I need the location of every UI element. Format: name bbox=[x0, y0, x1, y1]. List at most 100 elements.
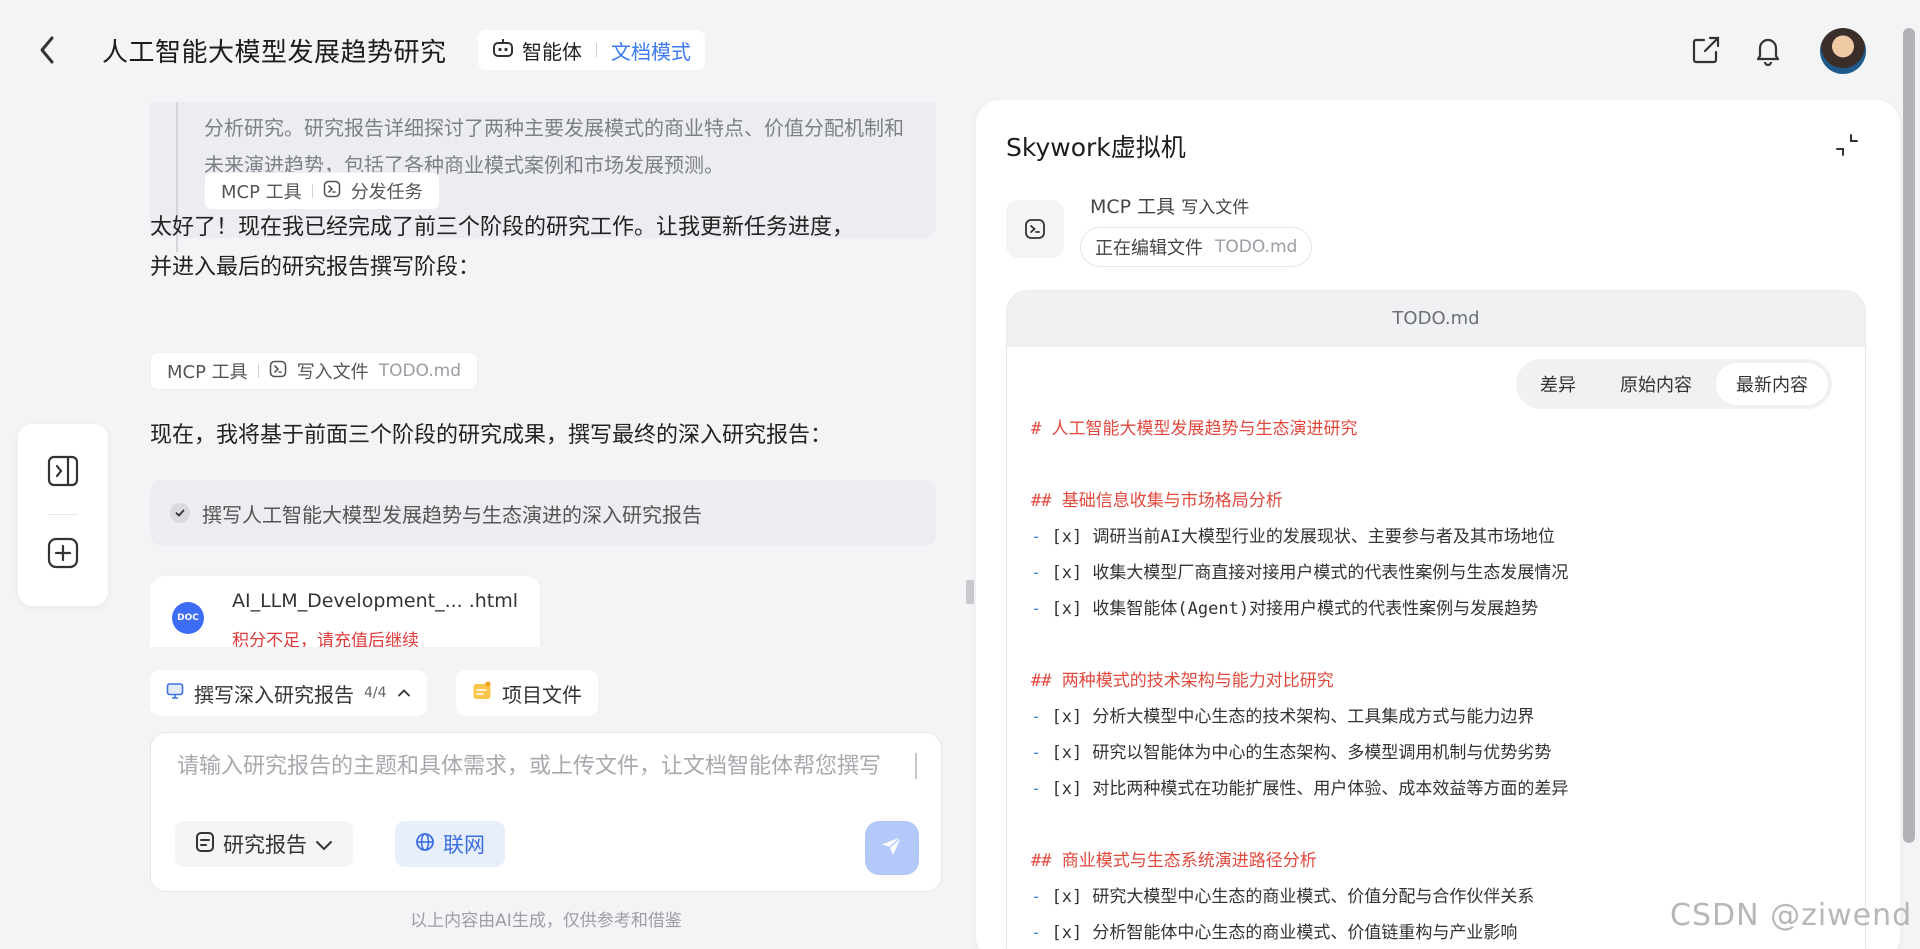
expand-panel-icon[interactable] bbox=[46, 454, 80, 488]
check-circle-icon bbox=[170, 503, 190, 523]
list-bullet: - bbox=[1031, 599, 1052, 619]
mcp-label: MCP 工具 bbox=[1090, 196, 1176, 218]
pane-resize-handle[interactable] bbox=[966, 580, 974, 604]
toolbar-divider bbox=[48, 514, 78, 515]
new-chat-icon[interactable] bbox=[46, 536, 80, 570]
page-scrollbar[interactable] bbox=[1903, 28, 1915, 843]
collapse-icon[interactable] bbox=[1834, 132, 1860, 158]
send-icon bbox=[879, 833, 905, 863]
todo-item: - [x] 研究以智能体为中心的生态架构、多模型调用机制与优势劣势 bbox=[1031, 735, 1831, 771]
terminal-icon bbox=[1006, 200, 1064, 258]
mcp-label: MCP 工具 bbox=[167, 362, 248, 383]
vm-status-file: TODO.md bbox=[1215, 237, 1298, 257]
doc-mode-label[interactable]: 文档模式 bbox=[611, 36, 691, 65]
todo-item: - [x] 收集智能体(Agent)对接用户模式的代表性案例与发展趋势 bbox=[1031, 591, 1831, 627]
assistant-message: 现在，我将基于前面三个阶段的研究成果，撰写最终的深入研究报告： bbox=[150, 423, 833, 448]
todo-text: [x] 研究大模型中心生态的商业模式、价值分配与合作伙伴关系 bbox=[1051, 887, 1535, 907]
vm-panel: Skywork虚拟机 MCP 工具 写入文件 正在编辑文件 TODO.md TO… bbox=[976, 100, 1900, 949]
agent-mode-pill[interactable]: 智能体 文档模式 bbox=[478, 30, 705, 70]
progress-count: 4/4 bbox=[364, 685, 387, 701]
todo-text: [x] 收集智能体(Agent)对接用户模式的代表性案例与发展趋势 bbox=[1051, 599, 1539, 619]
mcp-write-chip[interactable]: MCP 工具 写入文件 TODO.md bbox=[150, 352, 478, 390]
list-bullet: - bbox=[1031, 887, 1052, 907]
view-tab[interactable]: 差异 bbox=[1520, 363, 1596, 405]
document-icon bbox=[195, 831, 215, 858]
todo-item: - [x] 收集大模型厂商直接对接用户模式的代表性案例与生态发展情况 bbox=[1031, 555, 1831, 591]
message-input-box[interactable]: 请输入研究报告的主题和具体需求，或上传文件，让文档智能体帮您撰写 研究报告 联网 bbox=[150, 732, 942, 892]
chat-thread: 分析研究。研究报告详细探讨了两种主要发展模式的商业特点、价值分配机制和未来演进趋… bbox=[150, 102, 940, 647]
todo-item: - [x] 对比两种模式在功能扩展性、用户体验、成本效益等方面的差异 bbox=[1031, 771, 1831, 807]
view-tab[interactable]: 原始内容 bbox=[1600, 363, 1712, 405]
chip-filename: TODO.md bbox=[378, 361, 461, 381]
view-tab[interactable]: 最新内容 bbox=[1716, 363, 1828, 405]
watermark: CSDN @ziwend bbox=[1670, 898, 1913, 933]
markdown-heading: ## 基础信息收集与市场格局分析 bbox=[1031, 491, 1283, 511]
terminal-icon bbox=[269, 360, 287, 383]
progress-label: 撰写深入研究报告 bbox=[194, 682, 354, 707]
todo-text: [x] 分析智能体中心生态的商业模式、价值链重构与产业影响 bbox=[1051, 923, 1518, 943]
list-bullet: - bbox=[1031, 563, 1052, 583]
report-type-dropdown[interactable]: 研究报告 bbox=[175, 821, 353, 867]
vm-status-pill: 正在编辑文件 TODO.md bbox=[1080, 227, 1313, 267]
share-icon[interactable] bbox=[1690, 34, 1722, 66]
web-search-label: 联网 bbox=[443, 833, 485, 857]
credit-warning: 积分不足，请充值后继续 bbox=[232, 631, 419, 647]
pill-divider bbox=[596, 43, 597, 57]
todo-text: [x] 对比两种模式在功能扩展性、用户体验、成本效益等方面的差异 bbox=[1051, 779, 1569, 799]
header: 人工智能大模型发展趋势研究 智能体 文档模式 bbox=[0, 0, 1920, 102]
chip-action: 分发任务 bbox=[350, 182, 423, 203]
message-input[interactable]: 请输入研究报告的主题和具体需求，或上传文件，让文档智能体帮您撰写 bbox=[177, 751, 897, 795]
folder-icon bbox=[472, 681, 492, 706]
message-line: 太好了！现在我已经完成了前三个阶段的研究工作。让我更新任务进度， bbox=[150, 215, 855, 240]
editor-filename: TODO.md bbox=[1007, 291, 1865, 347]
mcp-label: MCP 工具 bbox=[221, 182, 302, 203]
send-button[interactable] bbox=[865, 821, 919, 875]
list-bullet: - bbox=[1031, 527, 1052, 547]
todo-text: [x] 分析大模型中心生态的技术架构、工具集成方式与能力边界 bbox=[1051, 707, 1535, 727]
vm-action: MCP 工具 写入文件 bbox=[1090, 192, 1249, 219]
text-caret bbox=[915, 753, 917, 779]
progress-chip[interactable]: 撰写深入研究报告 4/4 bbox=[150, 670, 427, 716]
file-name: AI_LLM_Development_... .html bbox=[232, 590, 519, 612]
chevron-up-icon bbox=[397, 681, 411, 705]
file-editor: TODO.md 差异 原始内容 最新内容 # 人工智能大模型发展趋势与生态演进研究 #… bbox=[1006, 290, 1866, 949]
chip-divider bbox=[311, 184, 313, 198]
terminal-icon bbox=[323, 180, 341, 203]
list-bullet: - bbox=[1031, 779, 1052, 799]
back-arrow-icon[interactable] bbox=[34, 34, 62, 66]
file-content: # 人工智能大模型发展趋势与生态演进研究 ## 基础信息收集与市场格局分析 - [x… bbox=[1031, 411, 1831, 949]
ai-disclaimer: 以上内容由AI生成，仅供参考和借鉴 bbox=[410, 911, 682, 931]
markdown-heading: ## 商业模式与生态系统演进路径分析 bbox=[1031, 851, 1317, 871]
side-toolbar bbox=[18, 424, 108, 606]
todo-item: - [x] 分析大模型中心生态的技术架构、工具集成方式与能力边界 bbox=[1031, 699, 1831, 735]
task-label: 撰写人工智能大模型发展趋势与生态演进的深入研究报告 bbox=[202, 502, 702, 527]
markdown-heading: # 人工智能大模型发展趋势与生态演进研究 bbox=[1031, 419, 1358, 439]
todo-item: - [x] 调研当前AI大模型行业的发展现状、主要参与者及其市场地位 bbox=[1031, 519, 1831, 555]
message-line: 并进入最后的研究报告撰写阶段： bbox=[150, 255, 481, 280]
file-card[interactable]: DOC AI_LLM_Development_... .html 积分不足，请充… bbox=[150, 576, 540, 647]
todo-text: [x] 收集大模型厂商直接对接用户模式的代表性案例与生态发展情况 bbox=[1051, 563, 1569, 583]
report-type-label: 研究报告 bbox=[223, 833, 307, 857]
agent-label: 智能体 bbox=[522, 39, 582, 64]
markdown-heading: ## 两种模式的技术架构与能力对比研究 bbox=[1031, 671, 1334, 691]
web-search-toggle[interactable]: 联网 bbox=[395, 821, 505, 867]
view-mode-tabs: 差异 原始内容 最新内容 bbox=[1516, 359, 1832, 409]
page-title: 人工智能大模型发展趋势研究 bbox=[102, 38, 447, 68]
vm-status-text: 正在编辑文件 bbox=[1095, 238, 1203, 259]
mcp-dispatch-chip[interactable]: MCP 工具 分发任务 bbox=[204, 172, 440, 210]
vm-action-name: 写入文件 bbox=[1181, 198, 1250, 218]
chip-action: 写入文件 bbox=[296, 362, 369, 383]
assistant-message: 太好了！现在我已经完成了前三个阶段的研究工作。让我更新任务进度， 并进入最后的研… bbox=[150, 208, 854, 288]
list-bullet: - bbox=[1031, 707, 1052, 727]
project-files-chip[interactable]: 项目文件 bbox=[456, 670, 598, 716]
todo-text: [x] 研究以智能体为中心的生态架构、多模型调用机制与优势劣势 bbox=[1051, 743, 1552, 763]
todo-text: [x] 调研当前AI大模型行业的发展现状、主要参与者及其市场地位 bbox=[1051, 527, 1555, 547]
bell-icon[interactable] bbox=[1752, 34, 1784, 67]
list-bullet: - bbox=[1031, 743, 1052, 763]
task-item[interactable]: 撰写人工智能大模型发展趋势与生态演进的深入研究报告 bbox=[150, 480, 936, 546]
user-avatar[interactable] bbox=[1820, 28, 1866, 74]
chip-divider bbox=[257, 364, 259, 378]
